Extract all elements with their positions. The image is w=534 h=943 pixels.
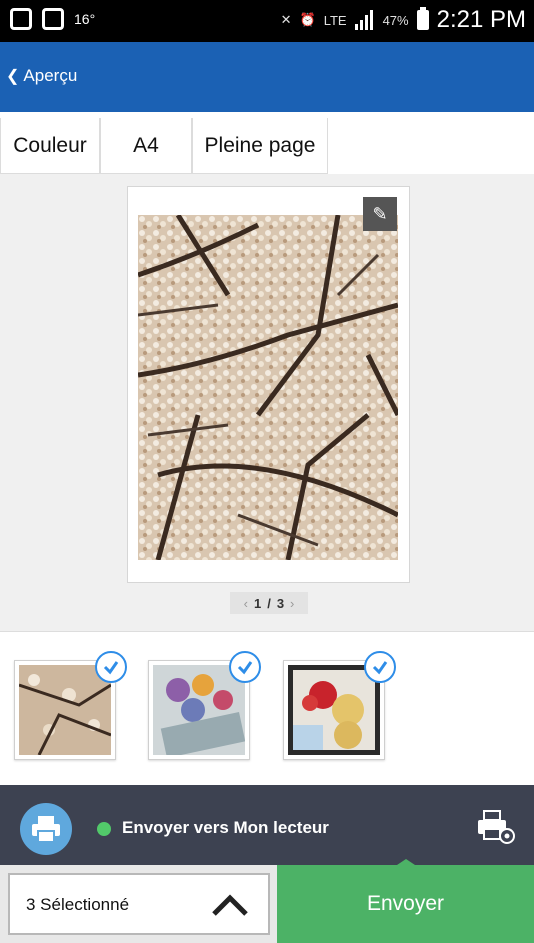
chevron-up-icon <box>212 894 248 916</box>
app-notification-icon <box>10 8 32 30</box>
battery-percent: 47% <box>382 12 409 28</box>
back-button[interactable]: ❮ Aperçu <box>6 66 77 86</box>
status-right-icons: ✕ ⏰ LTE 47% 2:21 PM <box>281 6 526 34</box>
print-options: Couleur A4 Pleine page <box>0 112 534 174</box>
printer-icon[interactable] <box>20 803 72 855</box>
next-page-icon[interactable]: › <box>290 596 294 611</box>
color-option[interactable]: Couleur <box>0 118 100 174</box>
mute-icon: ✕ <box>280 12 292 27</box>
prev-page-icon[interactable]: ‹ <box>244 596 248 611</box>
preview-photo <box>138 215 398 560</box>
printer-settings-icon[interactable] <box>476 809 516 845</box>
bottom-bar: 3 Sélectionné Envoyer <box>0 865 534 943</box>
layout-option[interactable]: Pleine page <box>192 118 328 174</box>
alarm-icon: ⏰ <box>299 12 316 27</box>
battery-icon <box>416 7 429 30</box>
edit-button[interactable]: ✎ <box>363 197 397 231</box>
chevron-left-icon: ❮ <box>6 68 20 85</box>
network-label: LTE <box>323 12 347 28</box>
current-page: 1 <box>253 595 262 611</box>
app-bar: ❮ Aperçu <box>0 42 534 112</box>
thumbnail-strip <box>0 632 534 785</box>
online-status-icon <box>97 822 111 836</box>
checked-icon[interactable] <box>364 651 396 683</box>
checked-icon[interactable] <box>229 651 261 683</box>
pencil-icon: ✎ <box>372 203 388 224</box>
total-pages: 3 <box>276 595 285 611</box>
send-target-bar: Envoyer vers Mon lecteur <box>0 785 534 865</box>
selection-toggle[interactable]: 3 Sélectionné <box>8 873 270 935</box>
send-button[interactable]: Envoyer <box>277 865 534 943</box>
checked-icon[interactable] <box>95 651 127 683</box>
thumbnail-1[interactable] <box>14 651 127 760</box>
temperature-label: 16° <box>74 11 96 27</box>
page-separator: / <box>267 595 271 611</box>
page-preview: ✎ <box>127 186 410 583</box>
send-target-label[interactable]: Envoyer vers Mon lecteur <box>122 818 329 838</box>
image-notification-icon <box>42 8 64 30</box>
thumbnail-3[interactable] <box>283 651 396 760</box>
status-left-icons: 16° <box>10 8 95 30</box>
signal-icon <box>354 10 375 30</box>
back-label: Aperçu <box>23 66 78 85</box>
paper-size-option[interactable]: A4 <box>100 118 192 174</box>
clock: 2:21 PM <box>436 6 526 33</box>
page-indicator: ‹ 1 / 3 › <box>230 592 308 614</box>
preview-area: ✎ ‹ 1 / 3 › <box>0 174 534 632</box>
selected-count-label: 3 Sélectionné <box>26 895 130 914</box>
status-bar: 16° ✕ ⏰ LTE 47% 2:21 PM <box>0 0 534 42</box>
thumbnail-2[interactable] <box>148 651 261 760</box>
